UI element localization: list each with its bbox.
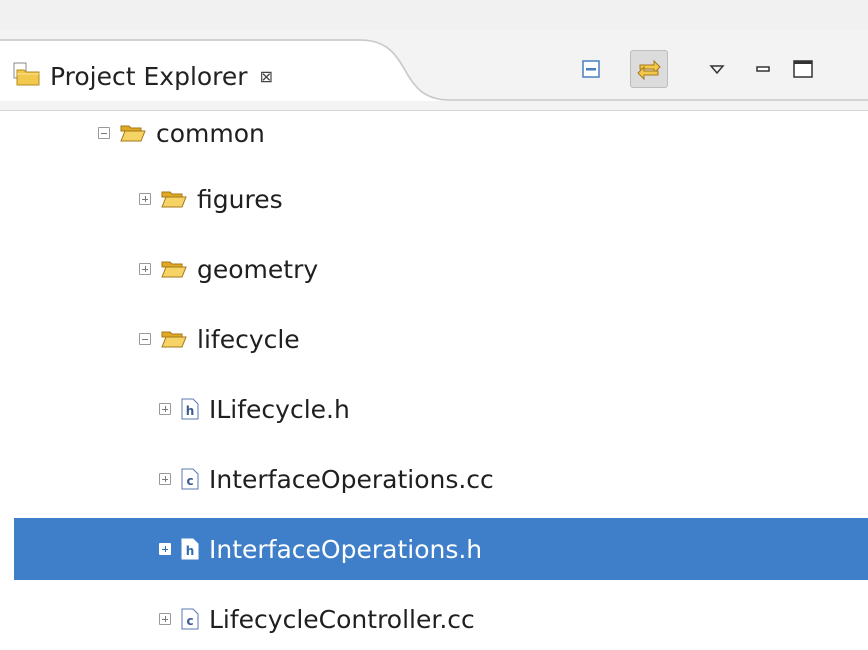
minimize-icon: [756, 66, 770, 72]
tree-item-label: LifecycleController.cc: [209, 604, 475, 634]
tab-title: Project Explorer: [50, 61, 248, 91]
view-toolbar: [572, 50, 814, 88]
tree-item-lifecyclecontroller-cc[interactable]: c LifecycleController.cc: [14, 588, 868, 650]
view-tab-bar: Project Explorer ⊠: [0, 30, 868, 111]
link-with-editor-icon: [637, 59, 661, 81]
source-file-icon: c: [181, 468, 199, 490]
tree-item-label: geometry: [197, 254, 319, 284]
link-with-editor-button[interactable]: [630, 50, 668, 88]
svg-text:c: c: [186, 614, 193, 628]
collapse-toggle[interactable]: [139, 333, 151, 345]
tree-item-label: figures: [197, 184, 283, 214]
tree-item-figures[interactable]: figures: [14, 168, 868, 230]
expand-toggle[interactable]: [159, 543, 171, 555]
minimize-button[interactable]: [744, 50, 782, 88]
collapse-all-icon: [582, 60, 600, 78]
project-explorer-tab[interactable]: Project Explorer ⊠: [12, 56, 273, 96]
folder-icon: [161, 259, 187, 279]
collapse-toggle[interactable]: [98, 127, 110, 139]
view-menu-button[interactable]: [698, 50, 736, 88]
tree-item-label: InterfaceOperations.h: [209, 534, 483, 564]
expand-toggle[interactable]: [139, 263, 151, 275]
expand-toggle[interactable]: [159, 473, 171, 485]
tree-item-ilifecycle-h[interactable]: h ILifecycle.h: [14, 378, 868, 440]
expand-toggle[interactable]: [159, 403, 171, 415]
tree-item-interfaceoperations-cc[interactable]: c InterfaceOperations.cc: [14, 448, 868, 510]
collapse-all-button[interactable]: [572, 50, 610, 88]
folder-icon: [161, 189, 187, 209]
tree-item-interfaceoperations-h[interactable]: h InterfaceOperations.h: [14, 518, 868, 580]
tab-close-icon[interactable]: ⊠: [260, 67, 273, 86]
tree-item-lifecycle[interactable]: lifecycle: [14, 308, 868, 370]
window-top-strip: [0, 0, 868, 30]
open-folder-icon: [120, 123, 146, 143]
chevron-down-icon: [709, 65, 725, 75]
tree-item-label: InterfaceOperations.cc: [209, 464, 494, 494]
svg-text:c: c: [186, 474, 193, 488]
tree-item-label: ILifecycle.h: [209, 394, 350, 424]
tree-item-label: lifecycle: [197, 324, 300, 354]
tree-item-label: common: [156, 118, 265, 148]
tree-item-geometry[interactable]: geometry: [14, 238, 868, 300]
maximize-button[interactable]: [790, 50, 814, 88]
project-folder-icon: [12, 61, 42, 91]
svg-text:h: h: [186, 544, 195, 558]
svg-text:h: h: [186, 404, 195, 418]
source-file-icon: c: [181, 608, 199, 630]
header-file-icon: h: [181, 398, 199, 420]
expand-toggle[interactable]: [159, 613, 171, 625]
tree-item-common[interactable]: common: [14, 102, 868, 164]
open-folder-icon: [161, 329, 187, 349]
expand-toggle[interactable]: [139, 193, 151, 205]
header-file-icon: h: [181, 538, 199, 560]
maximize-icon: [793, 60, 813, 78]
